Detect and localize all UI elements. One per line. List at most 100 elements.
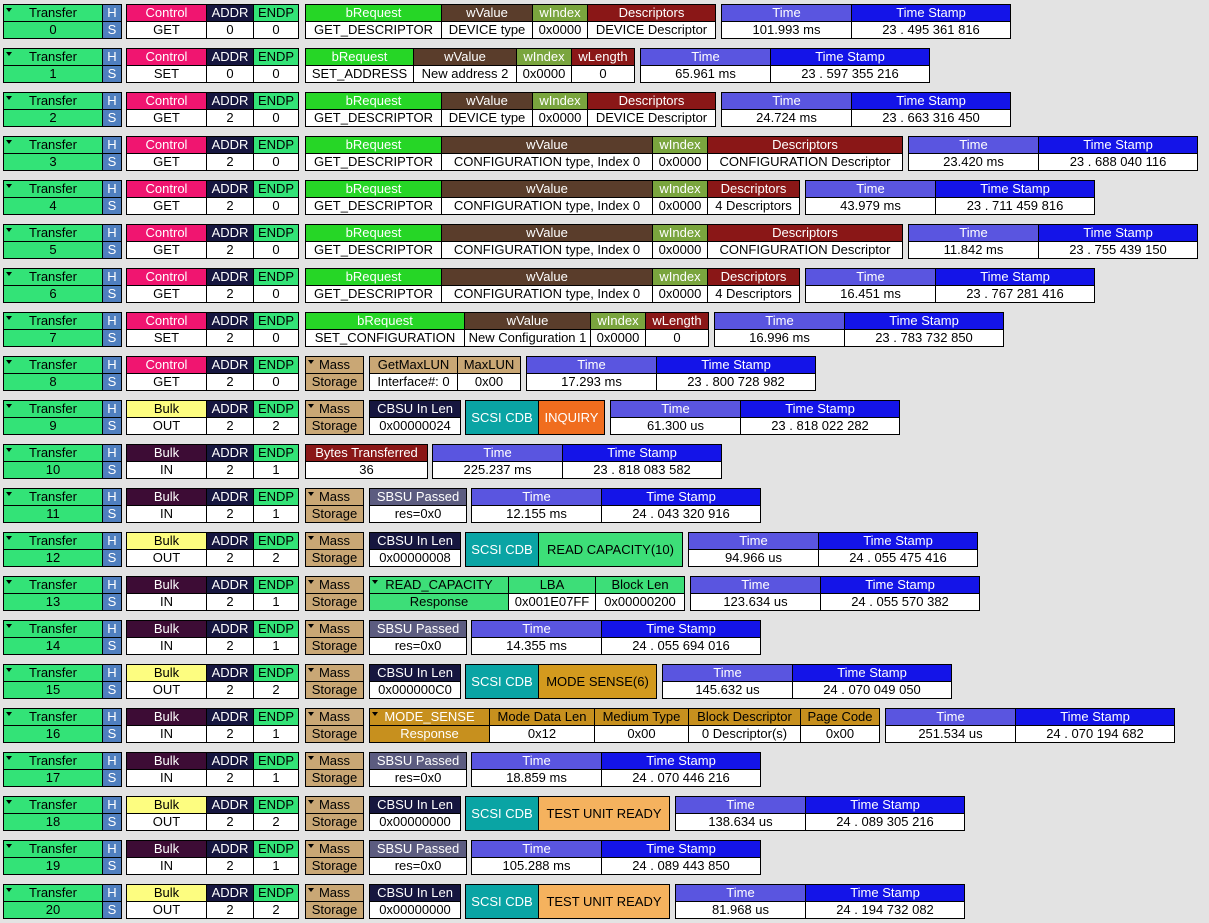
transfer-number[interactable]: 1 xyxy=(3,65,103,83)
transfer-number[interactable]: 9 xyxy=(3,417,103,435)
h-indicator: H xyxy=(102,664,122,682)
transfer-number[interactable]: 2 xyxy=(3,109,103,127)
transfer-number[interactable]: 5 xyxy=(3,241,103,259)
transfer-row[interactable]: Transfer 19 H S Bulk IN ADDR 2 ENDP 1 Mass Storage S… xyxy=(0,836,1209,875)
addr-header: ADDR xyxy=(206,576,254,594)
mode-data-len-value: 0x12 xyxy=(489,725,595,743)
transfer-row[interactable]: Transfer 3 H S Control GET ADDR 2 ENDP 0 bRequest G… xyxy=(0,132,1209,171)
transfer-header[interactable]: Transfer xyxy=(3,400,103,418)
transfer-row[interactable]: Transfer 15 H S Bulk OUT ADDR 2 ENDP 2 Mass Storage… xyxy=(0,660,1209,699)
endp-value: 2 xyxy=(253,813,299,831)
time-value: 17.293 ms xyxy=(526,373,657,391)
transfer-row[interactable]: Transfer 1 H S Control SET ADDR 0 ENDP 0 bRequest S… xyxy=(0,44,1209,83)
transfer-header[interactable]: Transfer xyxy=(3,356,103,374)
transfer-header[interactable]: Transfer xyxy=(3,664,103,682)
descriptor-value: DEVICE Descriptor xyxy=(587,109,716,127)
transfer-header[interactable]: Transfer xyxy=(3,444,103,462)
transfer-header[interactable]: Transfer xyxy=(3,796,103,814)
mass-header: Mass xyxy=(305,532,364,550)
bulk-header: Bulk xyxy=(126,444,207,462)
maxlun-header: MaxLUN xyxy=(457,356,521,374)
transfer-header[interactable]: Transfer xyxy=(3,268,103,286)
transfer-row[interactable]: Transfer 20 H S Bulk OUT ADDR 2 ENDP 2 Mass Storage… xyxy=(0,880,1209,919)
transfer-header[interactable]: Transfer xyxy=(3,488,103,506)
addr-value: 2 xyxy=(206,769,254,787)
transfer-number[interactable]: 4 xyxy=(3,197,103,215)
endp-header: ENDP xyxy=(253,224,299,242)
transfer-header[interactable]: Transfer xyxy=(3,48,103,66)
transfer-number[interactable]: 0 xyxy=(3,21,103,39)
transfer-header[interactable]: Transfer xyxy=(3,4,103,22)
addr-header: ADDR xyxy=(206,400,254,418)
time-header: Time xyxy=(662,664,793,682)
timestamp-header: Time Stamp xyxy=(740,400,900,418)
transfer-header[interactable]: Transfer xyxy=(3,576,103,594)
transfer-number[interactable]: 19 xyxy=(3,857,103,875)
time-header: Time xyxy=(526,356,657,374)
transfer-row[interactable]: Transfer 17 H S Bulk IN ADDR 2 ENDP 1 Mass Storage S… xyxy=(0,748,1209,787)
transfer-row[interactable]: Transfer 18 H S Bulk OUT ADDR 2 ENDP 2 Mass Storage… xyxy=(0,792,1209,831)
endp-header: ENDP xyxy=(253,268,299,286)
transfer-number[interactable]: 14 xyxy=(3,637,103,655)
transfer-row[interactable]: Transfer 6 H S Control GET ADDR 2 ENDP 0 bRequest G… xyxy=(0,264,1209,303)
storage-label: Storage xyxy=(305,417,364,435)
transfer-number[interactable]: 10 xyxy=(3,461,103,479)
brequest-value: GET_DESCRIPTOR xyxy=(305,197,442,215)
addr-value: 2 xyxy=(206,461,254,479)
transfer-number[interactable]: 17 xyxy=(3,769,103,787)
transfer-number[interactable]: 6 xyxy=(3,285,103,303)
transfer-header[interactable]: Transfer xyxy=(3,224,103,242)
transfer-number[interactable]: 18 xyxy=(3,813,103,831)
cbsu-value: 0x000000C0 xyxy=(369,681,461,699)
transfer-row[interactable]: Transfer 14 H S Bulk IN ADDR 2 ENDP 1 Mass Storage S… xyxy=(0,616,1209,655)
endp-header: ENDP xyxy=(253,708,299,726)
s-indicator: S xyxy=(102,769,122,787)
endp-value: 1 xyxy=(253,769,299,787)
transfer-row[interactable]: Transfer 11 H S Bulk IN ADDR 2 ENDP 1 Mass Storage S… xyxy=(0,484,1209,523)
transfer-number[interactable]: 7 xyxy=(3,329,103,347)
transfer-number[interactable]: 20 xyxy=(3,901,103,919)
time-value: 18.859 ms xyxy=(471,769,602,787)
transfer-header[interactable]: Transfer xyxy=(3,180,103,198)
transfer-row[interactable]: Transfer 16 H S Bulk IN ADDR 2 ENDP 1 Mass Storage M… xyxy=(0,704,1209,743)
transfer-number[interactable]: 15 xyxy=(3,681,103,699)
sbsu-header: SBSU Passed xyxy=(369,840,467,858)
bulk-header: Bulk xyxy=(126,664,207,682)
endp-header: ENDP xyxy=(253,840,299,858)
transfer-header[interactable]: Transfer xyxy=(3,752,103,770)
transfer-header[interactable]: Transfer xyxy=(3,92,103,110)
transfer-row[interactable]: Transfer 4 H S Control GET ADDR 2 ENDP 0 bRequest G… xyxy=(0,176,1209,215)
transfer-number[interactable]: 13 xyxy=(3,593,103,611)
time-value: 12.155 ms xyxy=(471,505,602,523)
transfer-header[interactable]: Transfer xyxy=(3,136,103,154)
transfer-number[interactable]: 8 xyxy=(3,373,103,391)
transfer-number[interactable]: 12 xyxy=(3,549,103,567)
scsi-cdb-label: SCSI CDB xyxy=(465,884,539,919)
transfer-number[interactable]: 3 xyxy=(3,153,103,171)
transfer-row[interactable]: Transfer 12 H S Bulk OUT ADDR 2 ENDP 2 Mass Storage… xyxy=(0,528,1209,567)
transfer-header[interactable]: Transfer xyxy=(3,532,103,550)
transfer-header[interactable]: Transfer xyxy=(3,620,103,638)
transfer-row[interactable]: Transfer 7 H S Control SET ADDR 2 ENDP 0 bRequest S… xyxy=(0,308,1209,347)
transfer-header[interactable]: Transfer xyxy=(3,312,103,330)
medium-type-header: Medium Type xyxy=(594,708,689,726)
transfer-header[interactable]: Transfer xyxy=(3,840,103,858)
transfer-row[interactable]: Transfer 9 H S Bulk OUT ADDR 2 ENDP 2 Mass Storage C… xyxy=(0,396,1209,435)
time-value: 24.724 ms xyxy=(721,109,852,127)
addr-header: ADDR xyxy=(206,664,254,682)
transfer-row[interactable]: Transfer 0 H S Control GET ADDR 0 ENDP 0 bRequest G… xyxy=(0,0,1209,39)
time-value: 251.534 us xyxy=(885,725,1016,743)
h-indicator: H xyxy=(102,4,122,22)
endp-value: 0 xyxy=(253,21,299,39)
transfer-row[interactable]: Transfer 2 H S Control GET ADDR 2 ENDP 0 bRequest G… xyxy=(0,88,1209,127)
transfer-row[interactable]: Transfer 5 H S Control GET ADDR 2 ENDP 0 bRequest G… xyxy=(0,220,1209,259)
transfer-header[interactable]: Transfer xyxy=(3,884,103,902)
transfer-row[interactable]: Transfer 13 H S Bulk IN ADDR 2 ENDP 1 Mass Storage R… xyxy=(0,572,1209,611)
transfer-row[interactable]: Transfer 8 H S Control GET ADDR 2 ENDP 0 Mass Stora… xyxy=(0,352,1209,391)
transfer-row[interactable]: Transfer10HSBulkINADDR2ENDP1MassStorageB… xyxy=(0,440,1209,479)
addr-header: ADDR xyxy=(206,136,254,154)
transfer-header[interactable]: Transfer xyxy=(3,708,103,726)
transfer-number[interactable]: 16 xyxy=(3,725,103,743)
time-value: 65.961 ms xyxy=(640,65,771,83)
transfer-number[interactable]: 11 xyxy=(3,505,103,523)
